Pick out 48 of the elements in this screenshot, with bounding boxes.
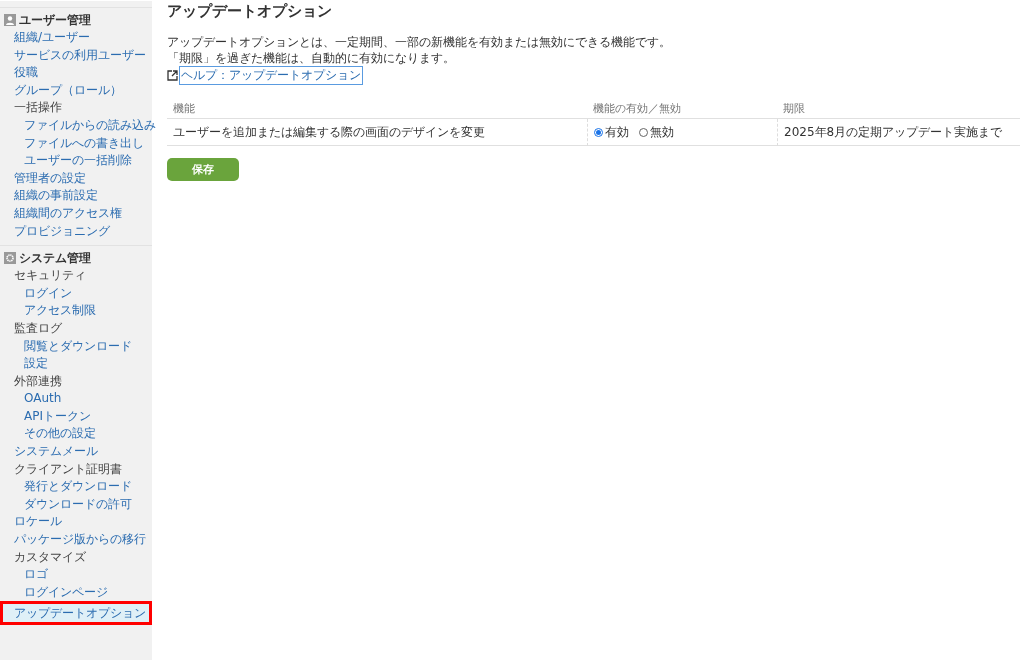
table-cell: 2025年8月の定期アップデート実施まで <box>777 119 1020 146</box>
section-title: システム管理 <box>19 250 91 266</box>
page-title: アップデートオプション <box>167 2 333 21</box>
external-link-icon <box>167 70 178 81</box>
help-link[interactable]: ヘルプ：アップデートオプション <box>179 66 363 85</box>
radio-option[interactable]: 無効 <box>639 123 674 141</box>
column-header: 機能の有効／無効 <box>587 101 777 119</box>
sidebar-group-label: 一括操作 <box>13 99 63 117</box>
sidebar-group-label: クライアント証明書 <box>13 460 123 478</box>
sidebar-link[interactable]: 設定 <box>0 355 152 373</box>
gear-icon <box>4 252 16 265</box>
sidebar-link[interactable]: OAuth <box>0 390 152 408</box>
sidebar-link[interactable]: プロビジョニング <box>0 222 152 241</box>
description-text: 「期限」を過ぎた機能は、自動的に有効になります。 <box>167 50 456 66</box>
sidebar-link[interactable]: 組織の事前設定 <box>0 187 152 205</box>
sidebar-link[interactable]: 閲覧とダウンロード <box>0 337 152 356</box>
sidebar-group-label: セキュリティ <box>13 267 87 285</box>
sidebar-link[interactable]: 管理者の設定 <box>0 169 152 188</box>
sidebar-link[interactable]: ログインページ <box>0 583 152 602</box>
sidebar-group-label: 監査ログ <box>13 319 63 337</box>
save-button[interactable]: 保存 <box>167 158 239 181</box>
sidebar-link[interactable]: ユーザーの一括削除 <box>0 152 152 170</box>
sidebar-link[interactable]: 組織/ユーザー <box>0 29 152 47</box>
sidebar-link[interactable]: APIトークン <box>0 407 152 426</box>
sidebar-group-label: 外部連携 <box>13 372 63 390</box>
radio-option[interactable]: 有効 <box>594 123 629 141</box>
sidebar-link[interactable]: ファイルへの書き出し <box>0 134 152 153</box>
sidebar-link[interactable]: パッケージ版からの移行 <box>0 531 152 549</box>
sidebar-link[interactable]: 発行とダウンロード <box>0 478 152 496</box>
sidebar-link[interactable]: 役職 <box>0 64 152 82</box>
column-header: 機能 <box>167 101 587 119</box>
sidebar-link[interactable]: システムメール <box>0 443 152 461</box>
sidebar-link[interactable]: アップデートオプション <box>0 601 152 626</box>
table-cell: ユーザーを追加または編集する際の画面のデザインを変更 <box>167 119 587 146</box>
sidebar-group-label: カスタマイズ <box>13 548 87 566</box>
sidebar-link[interactable]: ロゴ <box>0 566 152 584</box>
sidebar-link[interactable]: アクセス制限 <box>0 302 152 320</box>
sidebar-link[interactable]: グループ（ロール） <box>0 81 152 100</box>
sidebar-link[interactable]: その他の設定 <box>0 425 152 444</box>
sidebar-link[interactable]: サービスの利用ユーザー <box>0 46 152 65</box>
user-icon <box>4 14 16 26</box>
column-header: 期限 <box>777 101 1020 119</box>
sidebar-link[interactable]: 組織間のアクセス権 <box>0 204 152 223</box>
section-title: ユーザー管理 <box>19 12 91 28</box>
sidebar-link[interactable]: ロケール <box>0 513 152 532</box>
sidebar-link[interactable]: ログイン <box>0 284 152 303</box>
description-text: アップデートオプションとは、一定期間、一部の新機能を有効または無効にできる機能です。 <box>167 35 672 51</box>
sidebar-link[interactable]: ダウンロードの許可 <box>0 495 152 514</box>
